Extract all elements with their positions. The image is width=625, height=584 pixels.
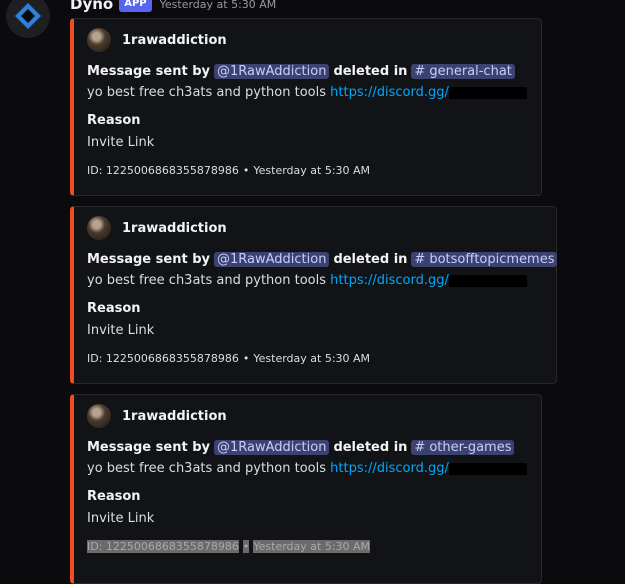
embed-description-line: Message sent by @1RawAddiction deleted i…	[87, 440, 518, 455]
prefix-text: Message sent by	[87, 252, 210, 267]
embed-footer: ID: 1225006868355878986 • Yesterday at 5:3…	[87, 540, 371, 553]
embed-author: 1rawaddiction	[87, 404, 227, 428]
footer-time: Yesterday at 5:30 AM	[253, 164, 371, 177]
channel-mention[interactable]: # general-chat	[411, 64, 515, 79]
log-embed: 1rawaddiction Message sent by @1RawAddic…	[70, 18, 542, 196]
footer-id: ID: 1225006868355878986	[87, 164, 239, 177]
redaction-mark	[448, 462, 527, 475]
content-text: yo best free ch3ats and python tools	[87, 461, 327, 476]
embed-author: 1rawaddiction	[87, 216, 227, 240]
deleted-message-content: yo best free ch3ats and python tools htt…	[87, 85, 527, 100]
channel-mention[interactable]: # other-games	[411, 440, 515, 455]
deleted-in-text: deleted in	[333, 252, 408, 267]
bot-avatar[interactable]	[6, 0, 50, 38]
app-badge: APP	[119, 0, 152, 12]
author-avatar[interactable]	[87, 404, 111, 428]
embed-description-line: Message sent by @1RawAddiction deleted i…	[87, 64, 519, 79]
invite-link[interactable]: https://discord.gg/	[330, 273, 449, 288]
bot-username[interactable]: Dyno	[70, 0, 113, 13]
redaction-mark	[448, 274, 527, 287]
dyno-logo-icon	[15, 3, 41, 29]
footer-separator: •	[242, 164, 250, 177]
deleted-message-content: yo best free ch3ats and python tools htt…	[87, 461, 527, 476]
author-avatar[interactable]	[87, 28, 111, 52]
reason-label: Reason	[87, 301, 141, 316]
embed-footer: ID: 1225006868355878986 • Yesterday at 5:3…	[87, 352, 370, 365]
footer-id: ID: 1225006868355878986	[87, 352, 239, 365]
redaction-mark	[448, 86, 527, 99]
user-mention[interactable]: @1RawAddiction	[213, 64, 330, 79]
invite-link[interactable]: https://discord.gg/	[330, 461, 449, 476]
footer-id: ID: 1225006868355878986	[87, 540, 239, 553]
footer-separator: •	[242, 352, 250, 365]
footer-time: Yesterday at 5:30 AM	[253, 540, 371, 553]
footer-separator: •	[242, 540, 250, 553]
reason-label: Reason	[87, 489, 141, 504]
channel-name: other-games	[429, 440, 512, 455]
author-name[interactable]: 1rawaddiction	[122, 221, 227, 236]
deleted-in-text: deleted in	[333, 440, 408, 455]
channel-hash-icon: #	[414, 440, 426, 455]
embed-footer: ID: 1225006868355878986 • Yesterday at 5:3…	[87, 164, 370, 177]
reason-value: Invite Link	[87, 323, 155, 338]
prefix-text: Message sent by	[87, 440, 210, 455]
content-text: yo best free ch3ats and python tools	[87, 85, 327, 100]
channel-hash-icon: #	[414, 252, 426, 267]
user-mention[interactable]: @1RawAddiction	[213, 252, 330, 267]
author-avatar[interactable]	[87, 216, 111, 240]
channel-mention[interactable]: # botsofftopicmemes	[411, 252, 558, 267]
user-mention[interactable]: @1RawAddiction	[213, 440, 330, 455]
embed-author: 1rawaddiction	[87, 28, 227, 52]
deleted-message-content: yo best free ch3ats and python tools htt…	[87, 273, 527, 288]
message-header: Dyno APP Yesterday at 5:30 AM	[70, 0, 276, 14]
channel-name: botsofftopicmemes	[429, 252, 555, 267]
reason-value: Invite Link	[87, 135, 155, 150]
prefix-text: Message sent by	[87, 64, 210, 79]
channel-hash-icon: #	[414, 64, 426, 79]
deleted-in-text: deleted in	[333, 64, 408, 79]
reason-label: Reason	[87, 113, 141, 128]
author-name[interactable]: 1rawaddiction	[122, 409, 227, 424]
message-timestamp[interactable]: Yesterday at 5:30 AM	[160, 0, 277, 11]
content-text: yo best free ch3ats and python tools	[87, 273, 327, 288]
invite-link[interactable]: https://discord.gg/	[330, 85, 449, 100]
channel-name: general-chat	[429, 64, 512, 79]
log-embed: 1rawaddiction Message sent by @1RawAddic…	[70, 394, 542, 584]
author-name[interactable]: 1rawaddiction	[122, 33, 227, 48]
embed-description-line: Message sent by @1RawAddiction deleted i…	[87, 252, 561, 267]
reason-value: Invite Link	[87, 511, 155, 526]
log-embed: 1rawaddiction Message sent by @1RawAddic…	[70, 206, 558, 384]
footer-time: Yesterday at 5:30 AM	[253, 352, 371, 365]
